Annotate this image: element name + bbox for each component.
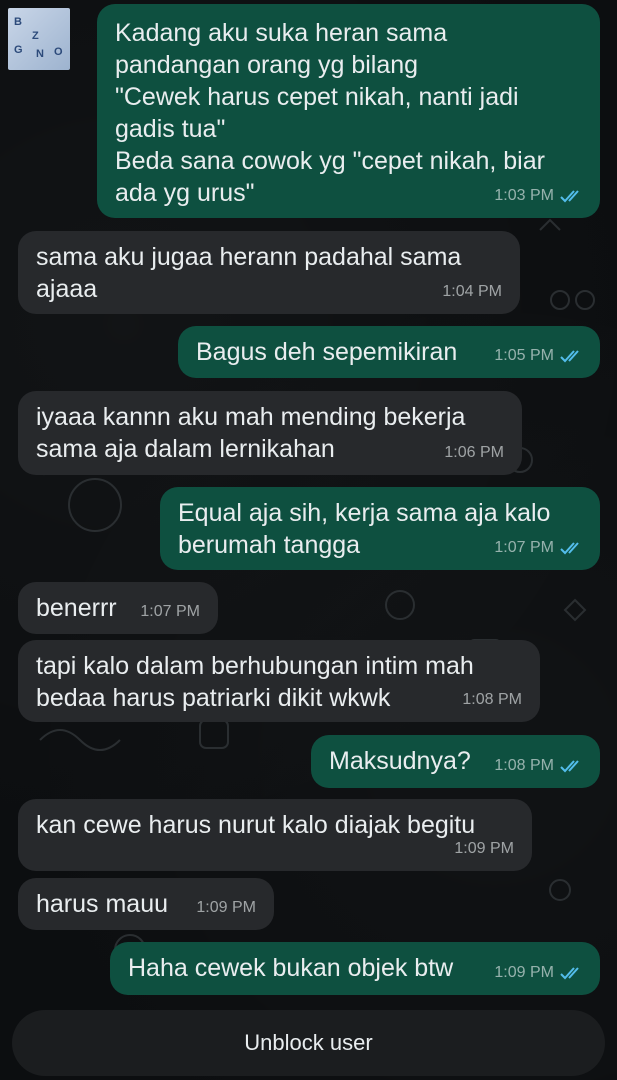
avatar-glyph: B [14, 16, 22, 28]
message-bubble-outgoing[interactable]: Haha cewek bukan objek btw 1:09 PM [110, 942, 600, 995]
message-text: kan cewe harus nurut kalo diajak begitu [36, 811, 476, 839]
message-meta: 1:09 PM [196, 892, 256, 924]
double-check-icon [560, 349, 584, 363]
message-bubble-outgoing[interactable]: Bagus deh sepemikiran 1:05 PM [178, 326, 600, 378]
message-time: 1:05 PM [494, 347, 554, 364]
double-check-icon [560, 966, 584, 980]
message-bubble-incoming[interactable]: tapi kalo dalam berhubungan intim mah be… [18, 640, 540, 722]
message-meta: 1:09 PM [494, 957, 584, 989]
message-meta: 1:04 PM [442, 276, 502, 308]
message-bubble-incoming[interactable]: kan cewe harus nurut kalo diajak begitu … [18, 799, 532, 871]
message-bubble-incoming[interactable]: sama aku jugaa herann padahal sama ajaaa… [18, 231, 520, 314]
message-time: 1:09 PM [196, 899, 256, 916]
message-time: 1:06 PM [444, 444, 504, 461]
message-time: 1:09 PM [454, 840, 514, 857]
message-time: 1:07 PM [140, 603, 200, 620]
avatar-glyph: O [54, 46, 63, 58]
avatar[interactable]: B Z G N O [8, 8, 70, 70]
message-bubble-outgoing[interactable]: Maksudnya? 1:08 PM [311, 735, 600, 788]
message-meta: 1:07 PM [140, 596, 200, 628]
avatar-glyph: N [36, 48, 44, 60]
message-text: sama aku jugaa herann padahal sama ajaaa [36, 243, 462, 303]
message-meta: 1:05 PM [494, 340, 584, 372]
double-check-icon [560, 541, 584, 555]
message-time: 1:03 PM [494, 187, 554, 204]
unblock-user-label: Unblock user [244, 1030, 373, 1055]
message-bubble-outgoing[interactable]: Kadang aku suka heran sama pandangan ora… [97, 4, 600, 218]
avatar-glyph: Z [32, 30, 39, 42]
message-time: 1:08 PM [462, 691, 522, 708]
message-bubble-incoming[interactable]: iyaaa kannn aku mah mending bekerja sama… [18, 391, 522, 475]
message-time: 1:08 PM [494, 757, 554, 774]
message-meta: 1:08 PM [494, 750, 584, 782]
unblock-user-button[interactable]: Unblock user [12, 1010, 605, 1076]
message-bubble-incoming[interactable]: benerrr 1:07 PM [18, 582, 218, 634]
message-text: tapi kalo dalam berhubungan intim mah be… [36, 652, 474, 712]
message-time: 1:09 PM [494, 964, 554, 981]
message-text: iyaaa kannn aku mah mending bekerja sama… [36, 403, 466, 463]
double-check-icon [560, 759, 584, 773]
message-meta: 1:03 PM [494, 180, 584, 212]
message-time: 1:04 PM [442, 283, 502, 300]
message-meta: 1:06 PM [444, 437, 504, 469]
message-meta: 1:08 PM [462, 684, 522, 716]
double-check-icon [560, 189, 584, 203]
message-bubble-outgoing[interactable]: Equal aja sih, kerja sama aja kalo berum… [160, 487, 600, 570]
message-time: 1:07 PM [494, 539, 554, 556]
message-bubble-incoming[interactable]: harus mauu 1:09 PM [18, 878, 274, 930]
avatar-glyph: G [14, 44, 23, 56]
message-meta: 1:07 PM [494, 532, 584, 564]
message-meta: 1:09 PM [454, 833, 514, 865]
